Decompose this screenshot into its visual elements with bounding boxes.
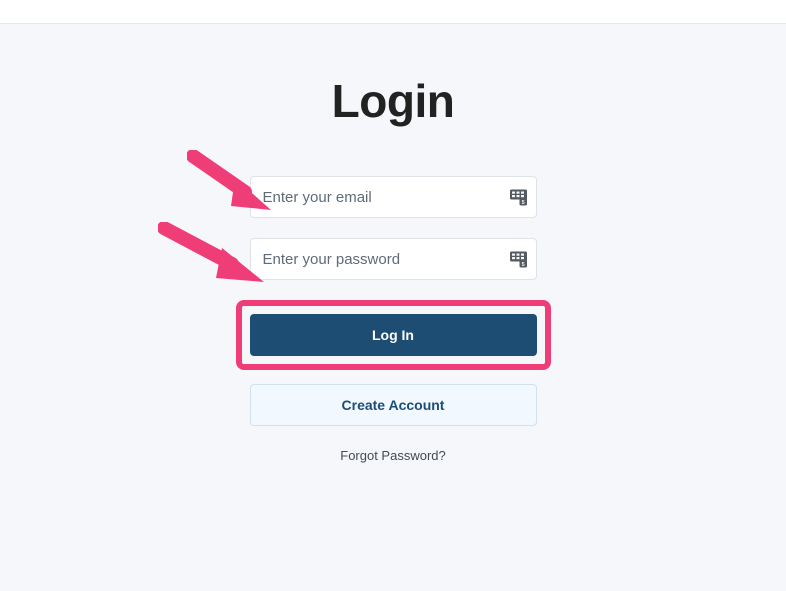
password-field[interactable] [250,238,537,280]
email-field-wrap: 5 [250,176,537,218]
page-title: Login [332,74,455,128]
email-field[interactable] [250,176,537,218]
login-button[interactable]: Log In [250,314,537,356]
top-bar [0,0,786,24]
password-manager-icon[interactable]: 5 [510,251,527,268]
create-account-button[interactable]: Create Account [250,384,537,426]
password-manager-icon[interactable]: 5 [510,189,527,206]
login-button-highlight-annotation: Log In [236,300,551,370]
login-page: Login 5 [0,24,786,463]
password-field-wrap: 5 [250,238,537,280]
svg-text:5: 5 [521,200,524,206]
forgot-password-link[interactable]: Forgot Password? [340,448,446,463]
svg-text:5: 5 [521,262,524,268]
